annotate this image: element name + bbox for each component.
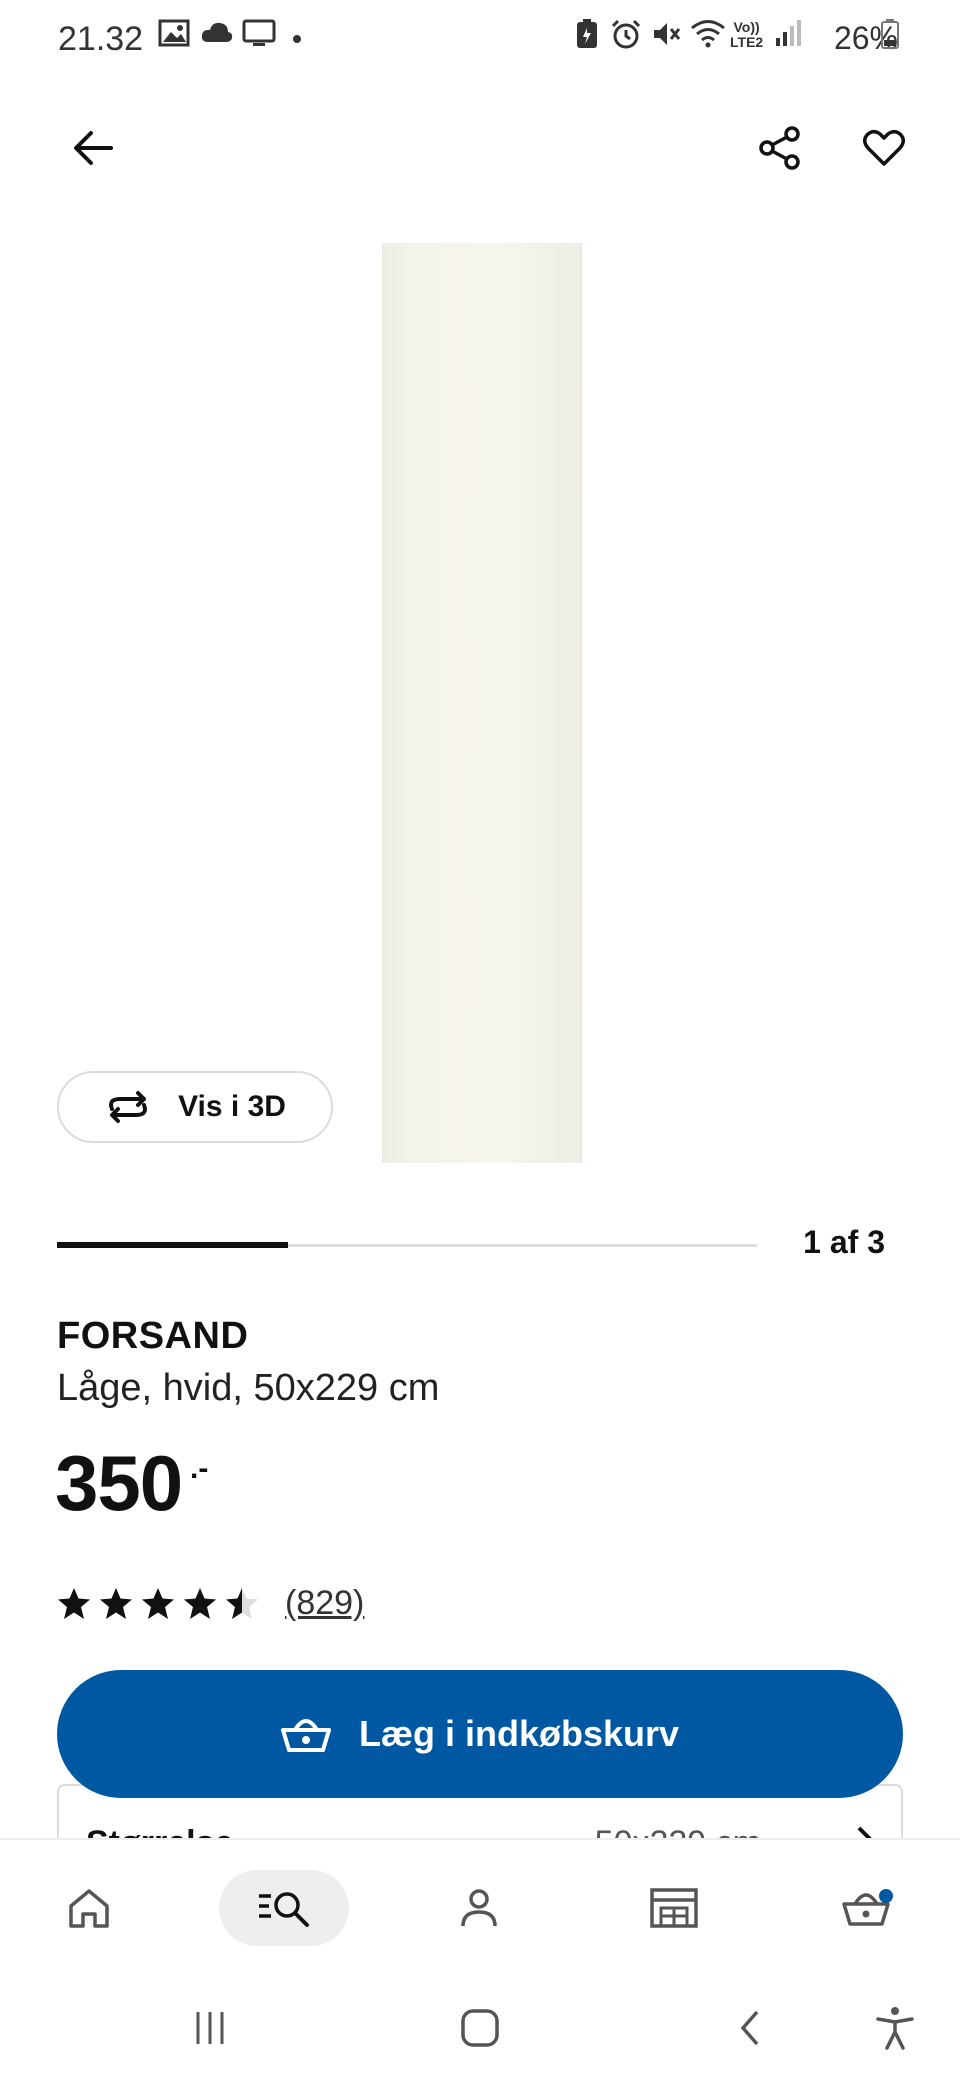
screen-cast-icon (242, 18, 276, 48)
product-image[interactable] (382, 243, 582, 1163)
product-rating[interactable]: (829) (57, 1584, 364, 1623)
share-icon (759, 126, 800, 170)
product-price: 350 (55, 1439, 183, 1527)
profile-icon (461, 1889, 497, 1927)
add-to-cart-button[interactable]: Læg i indkøbskurv (57, 1670, 903, 1798)
nav-home[interactable] (24, 1870, 154, 1946)
product-description: Låge, hvid, 50x229 cm (57, 1367, 440, 1409)
more-notifications-dot-icon (292, 34, 302, 44)
cart-notification-dot (879, 1889, 893, 1903)
arrow-left-icon (74, 131, 113, 165)
star-icon (226, 1587, 258, 1619)
alarm-icon (610, 18, 642, 50)
star-icon (184, 1587, 216, 1619)
gallery-progress-fill (57, 1242, 288, 1248)
price-suffix: .- (190, 1452, 209, 1485)
view-in-3d-label: Vis i 3D (178, 1090, 286, 1123)
system-navigation (0, 1978, 960, 2080)
rating-stars (57, 1587, 259, 1621)
home-system-button[interactable] (440, 1998, 520, 2058)
nav-stores[interactable] (609, 1870, 739, 1946)
home-square-icon (461, 2009, 499, 2047)
store-icon (650, 1888, 698, 1928)
cloud-icon (200, 18, 234, 46)
star-icon (142, 1587, 174, 1619)
home-icon (69, 1889, 109, 1928)
chevron-left-icon (740, 2010, 759, 2046)
recent-apps-button[interactable] (170, 1998, 250, 2058)
share-button[interactable] (740, 108, 820, 188)
network-type-label: Vo)) LTE2 (730, 19, 764, 50)
nav-profile[interactable] (414, 1870, 544, 1946)
search-icon (259, 1892, 309, 1927)
view-in-3d-button[interactable]: Vis i 3D (57, 1071, 333, 1143)
battery-icon (880, 18, 900, 50)
nav-search[interactable] (219, 1870, 349, 1946)
star-icon (100, 1587, 132, 1619)
signal-icon (774, 18, 802, 48)
favorite-button[interactable] (844, 108, 924, 188)
status-time: 21.32 (58, 20, 144, 58)
wifi-icon (690, 18, 726, 48)
battery-saver-icon (574, 18, 600, 50)
bottom-navigation (0, 1838, 960, 1980)
review-count-link[interactable]: (829) (285, 1584, 364, 1623)
accessibility-icon (876, 2007, 914, 2050)
heart-icon (863, 130, 905, 166)
recent-apps-icon (196, 2012, 224, 2044)
nav-cart[interactable] (804, 1870, 934, 1946)
cart-icon (842, 1889, 893, 1926)
accessibility-button[interactable] (855, 1998, 935, 2058)
mute-icon (650, 18, 682, 50)
product-name: FORSAND (57, 1315, 249, 1357)
gallery-counter: 1 af 3 (803, 1224, 885, 1260)
back-button[interactable] (53, 108, 133, 188)
rotate-3d-icon (109, 1091, 148, 1123)
system-back-button[interactable] (710, 1998, 790, 2058)
star-icon (58, 1587, 90, 1619)
basket-icon (280, 1719, 331, 1752)
add-to-cart-label: Læg i indkøbskurv (358, 1713, 680, 1754)
gallery-notification-icon (158, 18, 190, 48)
